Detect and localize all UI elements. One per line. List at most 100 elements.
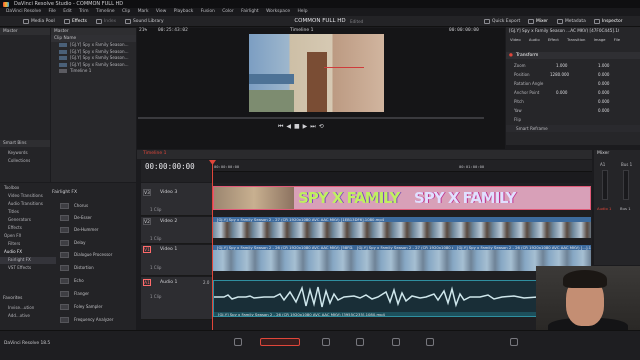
timeline-ruler[interactable]: 00:00:00:00 00:01:00:00: [212, 160, 592, 172]
fx-chorus[interactable]: Chorus: [60, 201, 130, 210]
favorite-item[interactable]: Add...xtive: [0, 313, 30, 320]
timeline-name[interactable]: Timeline 1: [143, 151, 166, 156]
media-timeline-item[interactable]: Timeline 1: [51, 68, 136, 75]
menu-color[interactable]: Color: [222, 8, 233, 16]
prop-anchor-x[interactable]: 0.000: [556, 90, 567, 95]
smart-bin-collections[interactable]: Collections: [0, 158, 30, 165]
track-header-v3[interactable]: V3 Video 3 1 Clip: [141, 183, 212, 216]
index-button[interactable]: Index: [95, 17, 116, 26]
fx-de-esser[interactable]: De-Esser: [60, 213, 130, 222]
tab-effect[interactable]: Effect: [548, 37, 559, 42]
fx-category-video-transitions[interactable]: Video Transitions: [0, 193, 43, 200]
metadata-icon: [557, 19, 563, 24]
tab-file[interactable]: File: [614, 37, 620, 42]
fx-category-effects[interactable]: Effects: [0, 225, 22, 232]
fx-delay[interactable]: Delay: [60, 238, 130, 247]
fx-category-vst-effects[interactable]: VST Effects: [0, 265, 31, 272]
viewer-timeline-name[interactable]: Timeline 1: [290, 28, 313, 33]
transform-section[interactable]: ● Transform: [506, 52, 640, 59]
track-header-a1[interactable]: A1 Audio 1 2.0 1 Clip: [141, 277, 212, 320]
prop-zoom-x[interactable]: 1.000: [556, 63, 567, 68]
fx-flanger[interactable]: Flanger: [60, 289, 130, 298]
track-id[interactable]: A1: [143, 279, 151, 286]
menu-workspace[interactable]: Workspace: [266, 8, 290, 16]
tab-video[interactable]: Video: [510, 37, 521, 42]
quick-export-button[interactable]: Quick Export: [483, 17, 520, 26]
fairlight-page-icon[interactable]: [392, 338, 400, 346]
edit-page-icon[interactable]: [260, 338, 300, 346]
scrub-bar[interactable]: [138, 117, 484, 119]
menu-edit[interactable]: Edit: [63, 8, 72, 16]
track-id[interactable]: V3: [143, 189, 151, 196]
prop-anchor-y[interactable]: 0.000: [598, 90, 609, 95]
fx-category-open-fx[interactable]: Open FX: [0, 233, 21, 240]
fusion-page-icon[interactable]: [322, 338, 330, 346]
fx-dialogue-processor[interactable]: Dialogue Processor: [60, 250, 130, 259]
mixer-button[interactable]: Mixer: [527, 17, 548, 26]
clip-v3-title[interactable]: SPY X FAMILY SPY X FAMILY: [213, 186, 591, 210]
clip-v1[interactable]: [GJ.Y] Spy x Family Season 2 - 26 (CR 19…: [213, 245, 591, 271]
fx-frequency-analyzer[interactable]: Frequency Analyzer: [60, 315, 130, 324]
track-name[interactable]: Video 3: [160, 190, 177, 195]
color-page-icon[interactable]: [356, 338, 364, 346]
track-header-v2[interactable]: V2 Video 2 1 Clip: [141, 217, 212, 244]
menu-clip[interactable]: Clip: [122, 8, 130, 16]
fx-category-audio-fx[interactable]: Audio FX: [0, 249, 22, 256]
track-name[interactable]: Audio 1: [160, 280, 177, 285]
deliver-page-icon[interactable]: [426, 338, 434, 346]
menu-davinci[interactable]: DaVinci Resolve: [6, 8, 41, 16]
prop-position-y[interactable]: 0.000: [598, 72, 609, 77]
prop-pitch-value[interactable]: 0.000: [598, 99, 609, 104]
fx-thumb-icon: [60, 278, 69, 284]
sound-library-button[interactable]: Sound Library: [124, 17, 164, 26]
prop-position-x[interactable]: 1280.000: [550, 72, 569, 77]
tab-image[interactable]: Image: [594, 37, 606, 42]
menu-view[interactable]: View: [156, 8, 166, 16]
fx-category-fairlight-fx[interactable]: Fairlight FX: [0, 257, 56, 264]
track-header-v1[interactable]: V1 Video 1 1 Clip: [141, 245, 212, 276]
menu-trim[interactable]: Trim: [79, 8, 88, 16]
fx-category-toolbox[interactable]: Toolbox: [0, 185, 19, 192]
media-page-icon[interactable]: [234, 338, 242, 346]
fx-foley-sampler[interactable]: Foley Sampler: [60, 302, 130, 311]
viewer-zoom[interactable]: 21%: [139, 28, 147, 33]
menu-file[interactable]: File: [48, 8, 55, 16]
tab-transition[interactable]: Transition: [567, 37, 585, 42]
menu-playback[interactable]: Playback: [174, 8, 194, 16]
favorite-item[interactable]: Invise...ution: [0, 305, 34, 312]
fx-category-generators[interactable]: Generators: [0, 217, 31, 224]
transform-enabled-icon[interactable]: ●: [509, 52, 513, 59]
smart-reframe-section[interactable]: Smart Reframe: [506, 125, 640, 132]
prop-yaw-value[interactable]: 0.000: [598, 108, 609, 113]
fx-category-titles[interactable]: Titles: [0, 209, 19, 216]
menu-fusion[interactable]: Fusion: [201, 8, 215, 16]
clip-a1[interactable]: [GJ.Y] Spy x Family Season 2 - 26 (CR 19…: [213, 280, 537, 317]
master-bin[interactable]: Master: [0, 28, 50, 35]
tab-audio[interactable]: Audio: [529, 37, 540, 42]
prop-zoom-y[interactable]: 1.000: [598, 63, 609, 68]
effects-button[interactable]: Effects: [63, 17, 87, 26]
track-id[interactable]: V1: [143, 246, 151, 253]
track-name[interactable]: Video 2: [160, 219, 177, 224]
playback-buttons[interactable]: ⏮◀■▶⏭⟲: [278, 123, 327, 131]
inspector-button[interactable]: Inspector: [593, 17, 622, 26]
smart-bin-keywords[interactable]: Keywords: [0, 150, 28, 157]
clip-name-column-header[interactable]: Clip Name: [51, 35, 136, 42]
fx-category-audio-transitions[interactable]: Audio Transitions: [0, 201, 43, 208]
fx-category-filters[interactable]: Filters: [0, 241, 20, 248]
menu-timeline[interactable]: Timeline: [96, 8, 115, 16]
menu-fairlight[interactable]: Fairlight: [241, 8, 259, 16]
fx-de-hummer[interactable]: De-Hummer: [60, 225, 130, 234]
clip-v2[interactable]: [GJ.Y] Spy x Family Season 2 - 27 (CR 19…: [213, 217, 591, 238]
fx-echo[interactable]: Echo: [60, 276, 130, 285]
playhead[interactable]: [212, 160, 213, 330]
media-pool-button[interactable]: Media Pool: [22, 17, 55, 26]
track-id[interactable]: V2: [143, 218, 151, 225]
fx-distortion[interactable]: Distortion: [60, 263, 130, 272]
home-icon[interactable]: [510, 338, 518, 346]
metadata-button[interactable]: Metadata: [556, 17, 586, 26]
menu-mark[interactable]: Mark: [138, 8, 149, 16]
menu-help[interactable]: Help: [297, 8, 307, 16]
prop-rotation-value[interactable]: 0.000: [598, 81, 609, 86]
track-name[interactable]: Video 1: [160, 247, 177, 252]
